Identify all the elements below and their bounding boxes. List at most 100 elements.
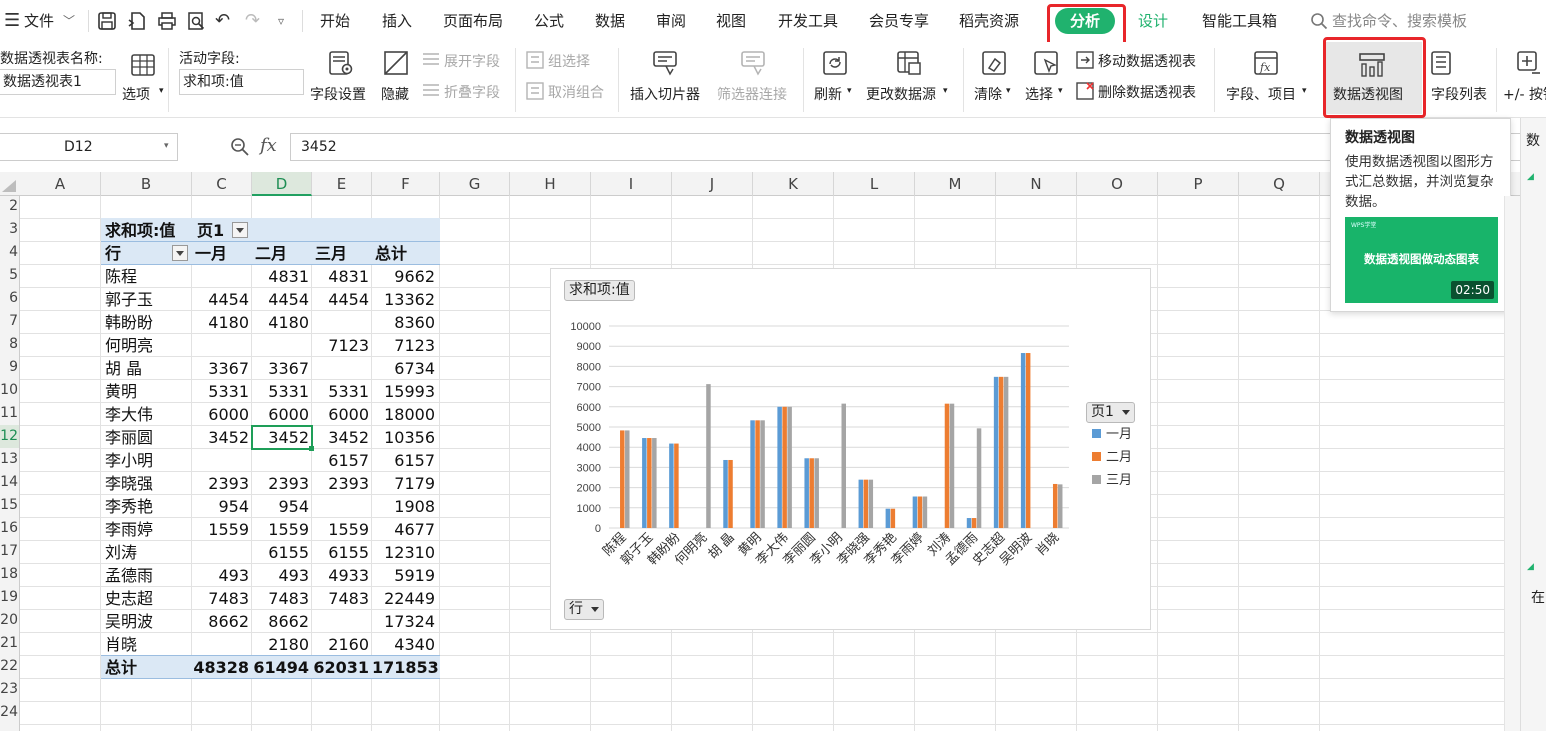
pivot-value-cell[interactable]: 5919 — [372, 564, 435, 587]
pivot-name-input[interactable]: 数据透视表1 — [0, 69, 116, 95]
pivot-value-cell[interactable]: 9662 — [372, 265, 435, 288]
search-icon[interactable] — [1310, 0, 1328, 42]
row-header-17[interactable]: 17 — [0, 540, 19, 563]
pivot-value-cell[interactable]: 6000 — [252, 403, 309, 426]
filter-connections-button[interactable]: 筛选器连接 — [717, 84, 787, 104]
row-header-9[interactable]: 9 — [0, 356, 19, 379]
pivot-value-cell[interactable]: 7123 — [372, 334, 435, 357]
pivot-row-name[interactable]: 何明亮 — [105, 334, 190, 357]
pivot-value-cell[interactable]: 22449 — [372, 587, 435, 610]
fields-items-icon[interactable]: fx — [1253, 50, 1279, 76]
refresh-icon[interactable] — [822, 50, 848, 76]
pivot-value-cell[interactable]: 954 — [252, 495, 309, 518]
pivot-row-name[interactable]: 李大伟 — [105, 403, 190, 426]
pivot-value-cell[interactable]: 6734 — [372, 357, 435, 380]
fill-handle[interactable] — [309, 446, 314, 451]
pivot-value-cell[interactable]: 6155 — [252, 541, 309, 564]
row-header-7[interactable]: 7 — [0, 310, 19, 333]
row-header-16[interactable]: 16 — [0, 517, 19, 540]
delete-pivot-button[interactable]: 删除数据透视表 — [1098, 82, 1196, 102]
tooltip-video-thumbnail[interactable]: WPS学堂 数据透视图做动态图表 02:50 — [1345, 217, 1498, 303]
column-header-e[interactable]: E — [312, 172, 372, 196]
pivot-value-cell[interactable]: 6000 — [312, 403, 369, 426]
pivot-value-cell[interactable]: 7179 — [372, 472, 435, 495]
select-all-corner-icon[interactable] — [2, 180, 16, 192]
pivot-value-cell[interactable]: 5331 — [252, 380, 309, 403]
tab-member[interactable]: 会员专享 — [869, 0, 929, 42]
active-field-input[interactable]: 求和项:值 — [179, 69, 304, 95]
hide-icon[interactable] — [383, 50, 409, 76]
pivot-row-name[interactable]: 陈程 — [105, 265, 190, 288]
row-header-8[interactable]: 8 — [0, 333, 19, 356]
pivot-value-cell[interactable]: 4831 — [312, 265, 369, 288]
pivot-row-name[interactable]: 李丽圆 — [105, 426, 190, 449]
field-list-button[interactable]: 字段列表 — [1431, 84, 1487, 104]
page-filter-dropdown-icon[interactable] — [232, 222, 248, 238]
pivot-row-name[interactable]: 韩盼盼 — [105, 311, 190, 334]
clear-icon[interactable] — [981, 50, 1007, 76]
pivot-value-cell[interactable]: 7483 — [252, 587, 309, 610]
row-header-2[interactable]: 2 — [0, 195, 19, 218]
pivot-row-name[interactable]: 孟德雨 — [105, 564, 190, 587]
column-header-c[interactable]: C — [192, 172, 252, 196]
tab-insert[interactable]: 插入 — [382, 0, 412, 42]
pivot-value-cell[interactable]: 4454 — [312, 288, 369, 311]
zoom-search-icon[interactable] — [230, 137, 250, 157]
pivot-chart[interactable]: 求和项:值 页1 行 0 1000 2000 3000 4000 5000 6000 7000… — [550, 268, 1151, 630]
pivot-value-cell[interactable]: 1908 — [372, 495, 435, 518]
pivot-value-cell[interactable]: 4933 — [312, 564, 369, 587]
tab-home[interactable]: 开始 — [320, 0, 350, 42]
quick-access-dropdown-icon[interactable]: ▿ — [278, 0, 284, 42]
row-header-3[interactable]: 3 — [0, 218, 19, 241]
pivot-sum-label[interactable]: 求和项:值 — [105, 219, 195, 242]
pivot-row-name[interactable]: 李小明 — [105, 449, 190, 472]
pivot-value-cell[interactable]: 1559 — [192, 518, 249, 541]
pivot-value-cell[interactable]: 3367 — [252, 357, 309, 380]
pivot-value-cell[interactable]: 1559 — [312, 518, 369, 541]
hamburger-menu-icon[interactable]: ☰ — [4, 0, 20, 42]
chevron-down-icon[interactable]: ﹀ — [63, 0, 75, 42]
print-icon[interactable] — [157, 0, 177, 42]
field-settings-icon[interactable] — [328, 50, 354, 76]
pivot-value-cell[interactable]: 493 — [192, 564, 249, 587]
expand-field-button[interactable]: 展开字段 — [444, 51, 500, 71]
pivot-value-cell[interactable] — [252, 334, 309, 357]
clear-button[interactable]: 清除 — [974, 84, 1002, 104]
pivot-value-cell[interactable]: 6157 — [312, 449, 369, 472]
insert-slicer-icon[interactable] — [652, 50, 678, 76]
column-header-h[interactable]: H — [510, 172, 591, 196]
plus-minus-button[interactable]: +/- 按钮 — [1503, 84, 1546, 104]
pivot-value-cell[interactable] — [312, 357, 369, 380]
pivot-value-cell[interactable]: 8360 — [372, 311, 435, 334]
pivot-value-cell[interactable]: 12310 — [372, 541, 435, 564]
row-header-19[interactable]: 19 — [0, 586, 19, 609]
command-search[interactable]: 查找命令、搜索模板 — [1332, 0, 1467, 42]
pivot-value-cell[interactable]: 8662 — [192, 610, 249, 633]
refresh-button[interactable]: 刷新 — [814, 84, 842, 104]
pivot-value-cell[interactable]: 4180 — [252, 311, 309, 334]
plus-minus-icon[interactable] — [1516, 50, 1542, 76]
move-pivot-button[interactable]: 移动数据透视表 — [1098, 51, 1196, 71]
pivot-value-cell[interactable]: 17324 — [372, 610, 435, 633]
tab-developer[interactable]: 开发工具 — [778, 0, 838, 42]
row-header-11[interactable]: 11 — [0, 402, 19, 425]
collapse-field-button[interactable]: 折叠字段 — [444, 82, 500, 102]
pivot-total-cell[interactable]: 61494 — [252, 656, 309, 679]
pivot-value-cell[interactable] — [312, 610, 369, 633]
pivot-row-label[interactable]: 行 — [105, 242, 135, 265]
pivot-row-name[interactable]: 史志超 — [105, 587, 190, 610]
pivot-value-cell[interactable]: 3367 — [192, 357, 249, 380]
pivot-value-cell[interactable] — [192, 633, 249, 656]
pivot-row-name[interactable]: 李晓强 — [105, 472, 190, 495]
column-header-n[interactable]: N — [996, 172, 1077, 196]
pivot-row-name[interactable]: 吴明波 — [105, 610, 190, 633]
tab-docer[interactable]: 稻壳资源 — [959, 0, 1019, 42]
change-source-button[interactable]: 更改数据源 — [866, 84, 936, 104]
pivot-value-cell[interactable] — [192, 449, 249, 472]
row-header-14[interactable]: 14 — [0, 471, 19, 494]
row-header-15[interactable]: 15 — [0, 494, 19, 517]
task-pane-arrow-icon[interactable]: ◢ — [1527, 172, 1534, 182]
delete-pivot-icon[interactable] — [1076, 82, 1094, 100]
row-header-20[interactable]: 20 — [0, 609, 19, 632]
pivot-value-cell[interactable] — [312, 495, 369, 518]
